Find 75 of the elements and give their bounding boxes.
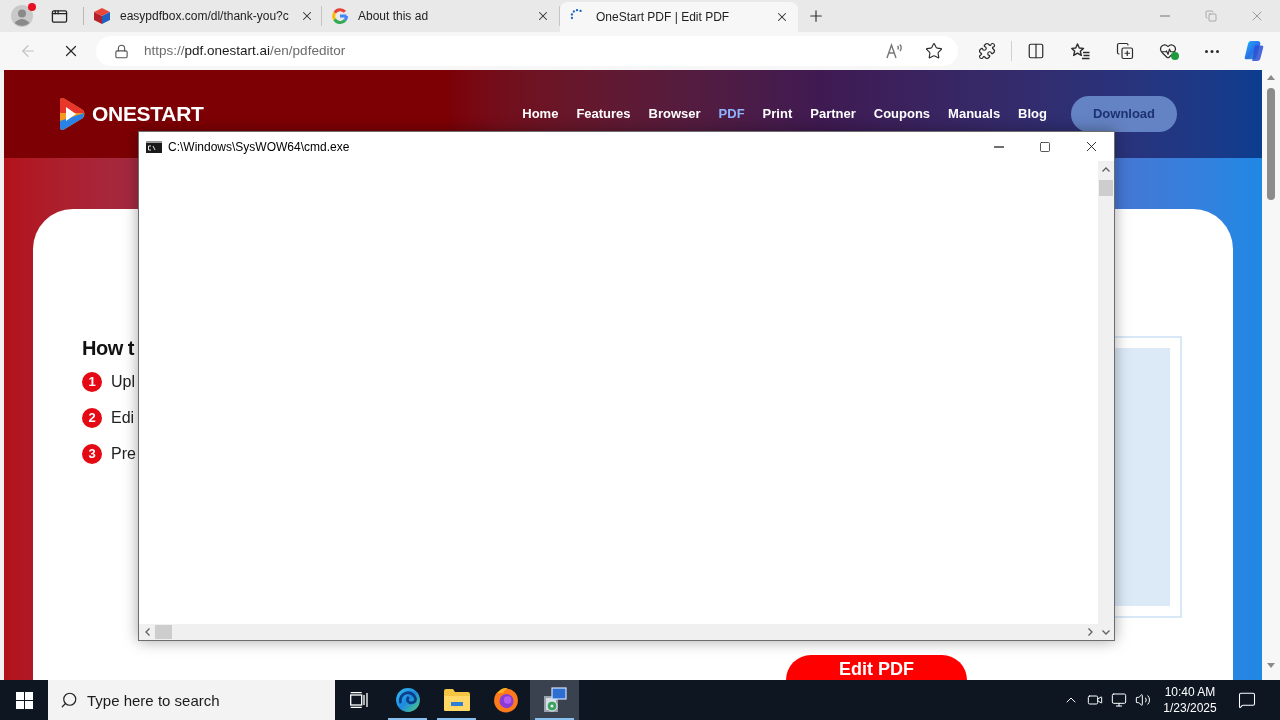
url-text: https://pdf.onestart.ai/en/pdfeditor xyxy=(144,41,346,60)
browser-tab[interactable]: OneStart PDF | Edit PDF xyxy=(560,2,798,32)
search-icon xyxy=(60,691,78,709)
nav-link[interactable]: Print xyxy=(762,104,793,124)
scrollbar-thumb[interactable] xyxy=(1099,180,1113,196)
nav-link[interactable]: Features xyxy=(576,104,631,124)
tab-title: OneStart PDF | Edit PDF xyxy=(596,9,731,26)
close-icon xyxy=(775,10,789,24)
horizontal-scrollbar[interactable] xyxy=(139,624,1098,640)
scroll-right-icon xyxy=(1087,628,1093,636)
tab-title: About this ad xyxy=(358,8,430,25)
vertical-scrollbar[interactable] xyxy=(1098,161,1114,640)
cube-icon xyxy=(94,8,110,24)
nav-link[interactable]: Coupons xyxy=(873,104,931,124)
maximize-icon xyxy=(1039,140,1051,153)
task-view-icon xyxy=(350,692,368,708)
step-number: 2 xyxy=(82,408,102,428)
section-heading: How t xyxy=(82,336,136,360)
nav-link[interactable]: Manuals xyxy=(948,104,1001,124)
flame-globe-icon xyxy=(492,687,519,713)
collections-icon xyxy=(1116,42,1134,60)
restore-icon xyxy=(1205,10,1217,22)
google-g-icon xyxy=(332,8,348,24)
windows-icon xyxy=(15,691,33,709)
page-scrollbar[interactable] xyxy=(1262,70,1280,680)
nav-link[interactable]: Blog xyxy=(1018,104,1047,124)
tab-title: easypdfbox.com/dl/thank-you?c xyxy=(120,8,289,25)
nav-link[interactable]: PDF xyxy=(718,104,745,124)
scroll-left-icon xyxy=(144,628,150,636)
site-logo[interactable]: ONESTART xyxy=(55,97,204,131)
installer-icon xyxy=(541,687,568,713)
clock[interactable]: 10:40 AM 1/23/2025 xyxy=(1159,680,1221,720)
folder-icon xyxy=(443,689,470,711)
star-icon xyxy=(925,42,943,60)
scroll-down-icon xyxy=(1102,629,1110,635)
split-screen-icon xyxy=(1027,42,1045,60)
taskbar-app-button[interactable] xyxy=(530,680,579,720)
scrollbar-thumb[interactable] xyxy=(155,625,172,639)
console-icon xyxy=(146,140,162,153)
minimize-icon xyxy=(994,145,1004,148)
star-list-icon xyxy=(1070,42,1090,60)
heart-pulse-icon xyxy=(1159,42,1179,60)
browser-tab[interactable]: easypdfbox.com/dl/thank-you?c xyxy=(84,6,322,26)
more-icon xyxy=(1205,49,1219,53)
camera-icon xyxy=(1087,692,1103,708)
swirl-app-icon xyxy=(394,687,421,713)
edit-pdf-button[interactable]: Edit PDF xyxy=(786,655,967,680)
network-monitor-icon xyxy=(1111,692,1127,708)
lock-icon xyxy=(114,43,129,59)
nav-link[interactable]: Home xyxy=(522,104,559,124)
scroll-up-icon xyxy=(1267,75,1275,80)
window-title: C:\Windows\SysWOW64\cmd.exe xyxy=(168,138,350,156)
tab-actions-icon xyxy=(50,7,68,25)
scrollbar-thumb[interactable] xyxy=(1267,88,1275,200)
step-text: Upl xyxy=(111,372,135,392)
copilot-icon xyxy=(1243,40,1265,62)
scroll-up-icon xyxy=(1102,167,1110,172)
search-field[interactable]: Type here to search xyxy=(48,680,335,720)
nav-link[interactable]: Partner xyxy=(810,104,856,124)
minimize-icon xyxy=(1160,15,1170,17)
scroll-down-icon xyxy=(1267,663,1275,668)
notification-icon xyxy=(1238,691,1256,709)
step-number: 3 xyxy=(82,444,102,464)
step-text: Edi xyxy=(111,408,135,428)
browser-tab[interactable]: About this ad xyxy=(322,6,560,26)
step-number: 1 xyxy=(82,372,102,392)
step-text: Pre xyxy=(111,444,136,464)
read-aloud-icon xyxy=(885,43,903,59)
puzzle-icon xyxy=(978,42,996,60)
close-icon xyxy=(536,9,550,23)
speaker-icon xyxy=(1135,692,1151,708)
nav-link[interactable]: Browser xyxy=(648,104,701,124)
address-bar[interactable]: https://pdf.onestart.ai/en/pdfeditor xyxy=(96,36,958,66)
avatar-icon xyxy=(11,5,33,27)
plus-icon xyxy=(807,7,825,25)
